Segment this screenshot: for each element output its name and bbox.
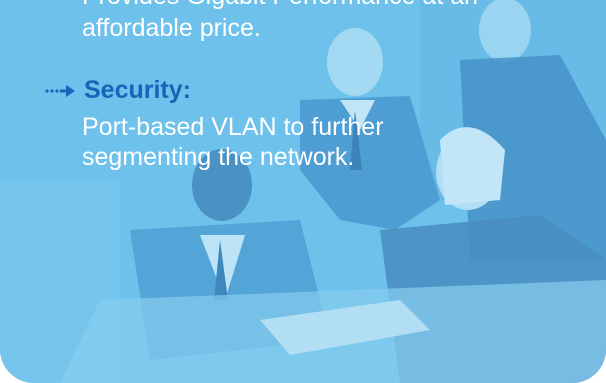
feature-panel: Provides Gigabit Performance at an affor… [0,0,606,383]
intro-text: Provides Gigabit Performance at an affor… [82,0,478,44]
security-feature-heading: Security: [44,76,191,105]
intro-line-2: affordable price. [82,14,261,42]
security-desc-line-1: Port-based VLAN to further [82,113,384,141]
security-description: Port-based VLAN to further segmenting th… [82,112,384,172]
intro-line-1: Provides Gigabit Performance at an [82,0,478,10]
dotted-arrow-icon [45,84,75,97]
security-desc-line-2: segmenting the network. [82,143,355,171]
security-title: Security: [84,76,191,104]
